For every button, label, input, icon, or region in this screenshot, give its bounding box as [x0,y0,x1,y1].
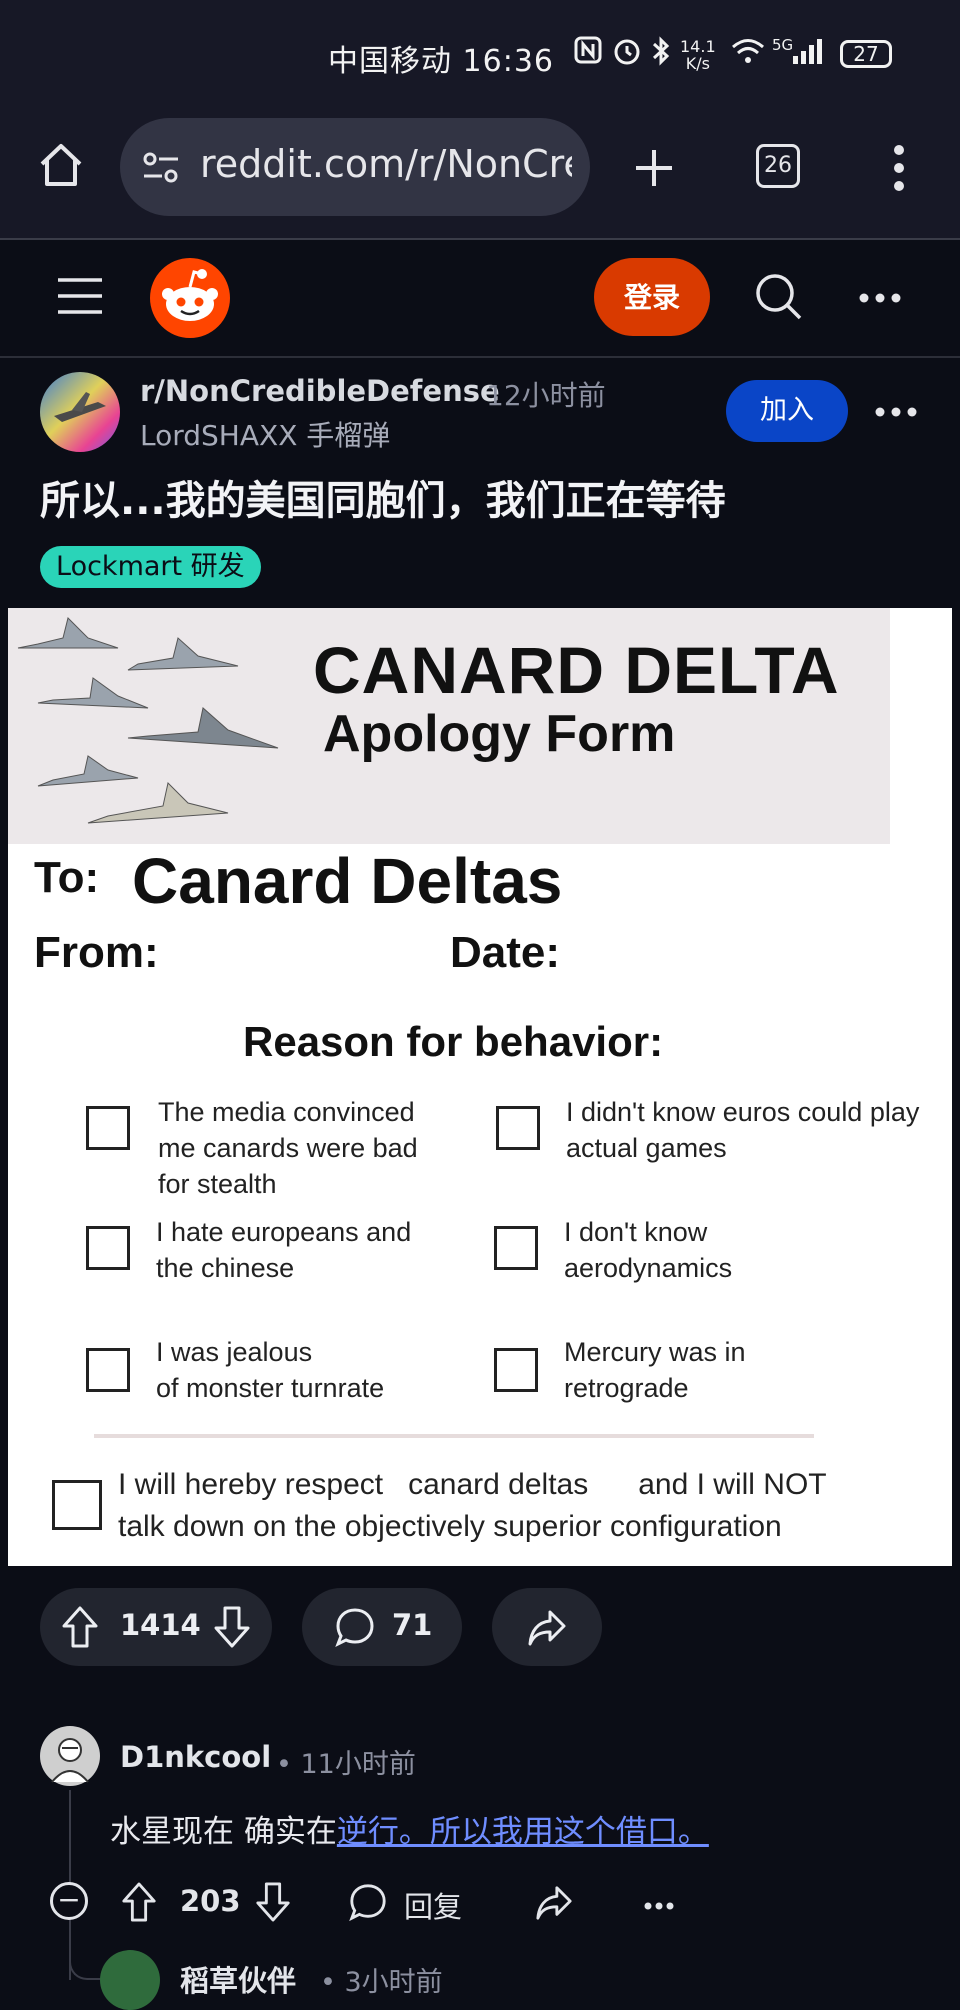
nfc-icon [574,36,602,71]
net-speed-value: 14.1 [680,37,716,56]
meme-reason-heading: Reason for behavior: [243,1018,664,1065]
signal-icon [792,36,826,73]
comment-time: • 11小时前 [276,1749,416,1780]
subreddit-name[interactable]: r/NonCredibleDefense [140,374,500,408]
comment-share-icon[interactable] [534,1884,574,1926]
meme-to-value: Canard Deltas [132,845,563,917]
meme-reason-line: I didn't know euros could play [566,1097,920,1127]
post-flair[interactable]: Lockmart 研发 [40,546,261,588]
meme-reason-text: I didn't know euros could play actual ga… [566,1094,919,1166]
meme-reason-line: I hate europeans and [156,1217,412,1247]
meme-date-label: Date: [450,928,561,977]
meme-to-label: To: [34,853,100,902]
meme-reason-text: Mercury was in retrograde [564,1334,746,1406]
comment-more-icon[interactable] [644,1896,674,1915]
reddit-logo-icon[interactable] [150,258,230,338]
comment-count[interactable]: 71 [392,1608,432,1642]
meme-checkbox [494,1348,538,1392]
post-more-icon[interactable] [874,404,918,423]
meme-from-label: From: [34,928,159,977]
meme-checkbox [494,1226,538,1270]
comments-button[interactable] [302,1588,462,1666]
comment-downvote-icon[interactable] [254,1880,292,1928]
login-button[interactable]: 登录 [594,258,710,336]
meme-pledge-line: talk down on the objectively superior co… [118,1510,782,1543]
comment-body: 水星现在 确实在逆行。所以我用这个借口。 [110,1806,709,1851]
commenter-avatar[interactable] [40,1726,100,1786]
upvote-icon[interactable] [60,1604,100,1654]
browser-menu-icon[interactable] [886,144,912,196]
comment-body-link[interactable]: 逆行。所以我用这个借口。 [337,1814,709,1850]
comment-body-text: 水星现在 确实在 [110,1814,337,1850]
status-time: 中国移动 16:36 [328,44,554,79]
meme-subtitle: Apology Form [323,705,676,763]
next-commenter-avatar[interactable] [100,1950,160,2010]
reply-icon[interactable] [348,1882,388,1926]
meme-reason-line: I don't know [564,1217,708,1247]
reply-button[interactable]: 回复 [404,1884,462,1926]
meme-reason-text: The media convinced me canards were bad … [158,1094,418,1202]
vote-count: 1414 [120,1608,201,1642]
fighter-jets-illustration [17,617,279,824]
hamburger-menu-icon[interactable] [56,276,104,320]
meme-pledge-line: I will hereby respect canard deltas and … [118,1468,827,1501]
network-type: 5G [772,36,794,54]
post-time: 12小时前 [486,379,606,412]
bluetooth-icon [650,36,672,73]
wifi-icon [730,36,766,73]
meme-pledge-text: I will hereby respect canard deltas and … [118,1464,938,1548]
meme-reason-text: I was jealous of monster turnrate [156,1334,384,1406]
meme-reason-line: me canards were bad [158,1133,418,1163]
meme-reason-text: I hate europeans and the chinese [156,1214,411,1286]
comment-upvote-icon[interactable] [120,1880,158,1928]
new-tab-icon[interactable] [632,146,676,194]
net-speed-unit: K/s [685,54,710,73]
meme-reason-line: for stealth [158,1169,277,1199]
meme-reason-text: I don't know aerodynamics [564,1214,732,1286]
url-text[interactable]: reddit.com/r/NonCre [200,142,572,186]
meme-checkbox [86,1348,130,1392]
meme-title: CANARD DELTA [313,633,840,707]
search-icon[interactable] [754,272,804,326]
share-icon[interactable] [526,1608,568,1652]
comment-vote-count: 203 [180,1884,241,1918]
meme-reason-line: Mercury was in [564,1337,746,1367]
downvote-icon[interactable] [212,1604,252,1654]
meme-reason-line: I was jealous [156,1337,313,1367]
post-title[interactable]: 所以...我的美国同胞们，我们正在等待 [40,468,726,526]
home-icon[interactable] [36,140,86,194]
alarm-icon [612,36,642,73]
commenter-name[interactable]: D1nkcool [120,1740,271,1774]
reddit-header [0,240,960,358]
meme-divider [94,1434,814,1438]
meme-reason-line: retrograde [564,1373,689,1403]
meme-checkbox [496,1106,540,1150]
site-settings-icon[interactable] [142,150,180,190]
post-author[interactable]: LordSHAXX 手榴弹 [140,414,390,454]
meme-reason-line: actual games [566,1133,727,1163]
meme-checkbox [52,1480,102,1530]
subreddit-avatar[interactable] [40,372,120,452]
collapse-thread-button[interactable]: − [50,1882,88,1920]
tab-switcher-button[interactable]: 26 [756,144,800,188]
meme-reason-line: aerodynamics [564,1253,733,1283]
meme-reason-line: the chinese [156,1253,295,1283]
meme-reason-line: The media convinced [158,1097,415,1127]
join-button[interactable]: 加入 [726,380,848,442]
next-commenter-name[interactable]: 稻草伙伴 [180,1958,296,2000]
comment-icon[interactable] [334,1606,376,1652]
meme-checkbox [86,1226,130,1270]
net-speed: 14.1 K/s [680,38,716,72]
battery-icon: 27 [840,40,892,68]
post-image[interactable]: CANARD DELTA Apology Form To: Canard Del… [8,608,952,1566]
meme-reason-line: of monster turnrate [156,1373,385,1403]
meme-checkbox [86,1106,130,1150]
header-more-icon[interactable] [858,290,902,309]
